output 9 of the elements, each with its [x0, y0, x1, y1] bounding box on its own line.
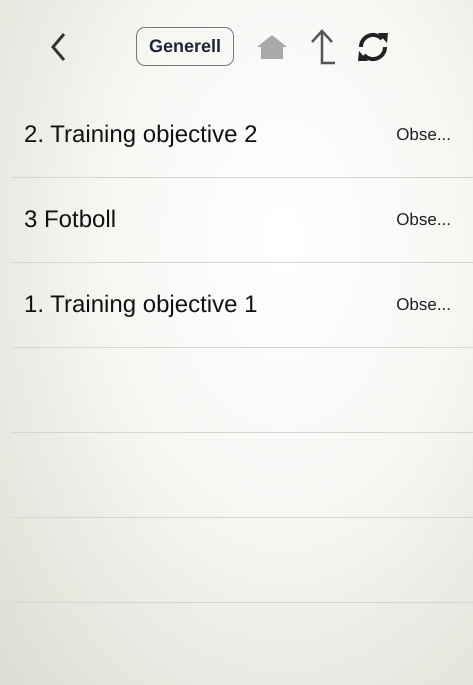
filter-button[interactable]: Generell: [136, 27, 234, 66]
up-arrow-icon[interactable]: [310, 28, 336, 64]
row-title: 3 Fotboll: [24, 206, 116, 234]
row-detail: Obse...: [396, 125, 451, 145]
row-title: 1. Training objective 1: [24, 291, 258, 319]
row-title: 2. Training objective 2: [24, 121, 258, 149]
row-detail: Obse...: [396, 295, 451, 315]
back-icon[interactable]: [50, 32, 66, 62]
row-detail: Obse...: [396, 210, 451, 230]
